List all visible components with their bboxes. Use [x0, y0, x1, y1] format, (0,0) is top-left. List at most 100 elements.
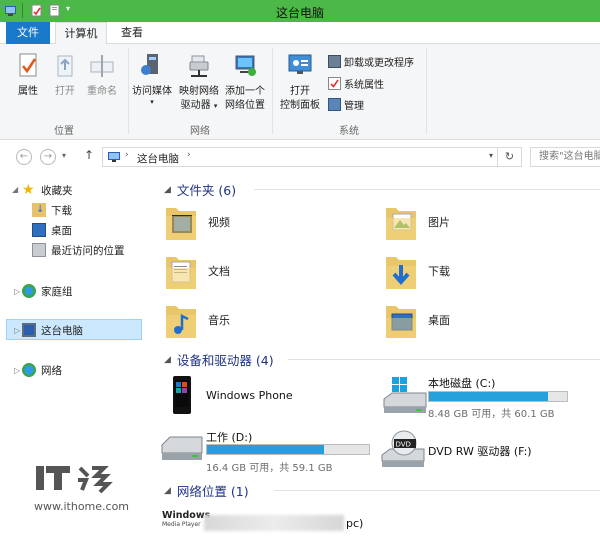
nav-favorites[interactable]: ★ 收藏夹: [22, 180, 73, 200]
nav-desktop[interactable]: 桌面: [32, 220, 72, 240]
this-pc-icon: [22, 323, 36, 337]
folder-videos[interactable]: 视频: [164, 202, 230, 242]
group-label-location: 位置: [54, 126, 74, 137]
nav-downloads-label: 下载: [51, 204, 72, 217]
desktop-icon: [32, 223, 46, 237]
tab-view[interactable]: 查看: [112, 22, 152, 44]
network-location-suffix: pc): [346, 517, 364, 530]
manage-button[interactable]: 管理: [328, 97, 364, 112]
folder-pictures[interactable]: 图片: [384, 202, 450, 242]
folder-desktop-label: 桌面: [428, 314, 450, 327]
blurred-location-name: [204, 515, 344, 531]
recent-locations-icon[interactable]: ▾: [62, 151, 66, 160]
properties-button[interactable]: 属性: [10, 52, 46, 99]
tab-computer[interactable]: 计算机: [55, 22, 107, 45]
network-icon: [22, 363, 36, 377]
refresh-button[interactable]: ↻: [498, 147, 522, 167]
drive-d-space: 16.4 GB 可用，共 59.1 GB: [206, 463, 333, 474]
downloads-icon: ↓: [32, 203, 46, 217]
section-network-title: 网络位置 (1): [176, 484, 249, 499]
hard-drive-icon: [161, 436, 203, 460]
group-label-system: 系统: [339, 126, 359, 137]
control-panel-icon: [288, 54, 312, 74]
add-network-location-button[interactable]: 添加一个 网络位置: [222, 52, 268, 113]
ithome-watermark-logo: www.ithome.com: [34, 466, 129, 513]
section-divider: [274, 490, 600, 491]
uninstall-label: 卸载或更改程序: [344, 58, 414, 69]
access-media-button[interactable]: 访问媒体 ▾: [130, 52, 174, 106]
system-properties-button[interactable]: 系统属性: [328, 76, 384, 91]
nav-network-label: 网络: [41, 364, 62, 377]
music-folder-icon: [166, 306, 196, 338]
nav-recent-places[interactable]: 最近访问的位置: [32, 240, 125, 260]
system-properties-icon: [328, 77, 341, 90]
homegroup-icon: [22, 284, 36, 298]
chevron-down-icon: ▾: [213, 102, 218, 110]
folder-downloads[interactable]: 下载: [384, 251, 450, 291]
folder-pictures-label: 图片: [428, 216, 450, 229]
section-folders[interactable]: ◢ 文件夹 (6): [164, 180, 600, 199]
collapse-caret-icon[interactable]: ▷: [14, 287, 20, 296]
drive-c-usage-fill: [429, 392, 548, 401]
pictures-folder-icon: [386, 208, 416, 240]
drive-f-name: DVD RW 驱动器 (F:): [428, 445, 532, 458]
nav-downloads[interactable]: ↓ 下载: [32, 200, 72, 220]
control-panel-label-line2: 控制面板: [280, 100, 320, 111]
content-pane: ◢ 文件夹 (6) 视频 图片 文档 下载 音乐 桌面 ◢ 设备和驱动器 (4)…: [146, 171, 600, 542]
rename-icon: [90, 55, 114, 77]
collapse-caret-icon[interactable]: ▷: [14, 326, 20, 335]
address-bar[interactable]: › 这台电脑 › ▾: [102, 147, 498, 167]
window-title: 这台电脑: [275, 6, 324, 20]
address-row: ← → ▾ ↑ › 这台电脑 › ▾ ↻ 搜索"这台电脑": [0, 141, 600, 171]
videos-folder-icon: [166, 208, 196, 240]
rename-label: 重命名: [87, 86, 117, 97]
title-bar: ▾ 这台电脑: [0, 0, 600, 22]
wmp-logo-line1: Windows: [162, 510, 211, 521]
breadcrumb-separator-icon[interactable]: ›: [125, 150, 129, 160]
phone-icon: [173, 376, 191, 414]
section-collapse-icon[interactable]: ◢: [164, 185, 171, 195]
map-network-drive-button[interactable]: 映射网络 驱动器 ▾: [176, 52, 222, 113]
search-input[interactable]: 搜索"这台电脑": [530, 147, 600, 167]
dvd-drive-icon: DVD: [381, 430, 425, 467]
properties-label: 属性: [18, 86, 38, 97]
up-button[interactable]: ↑: [84, 148, 94, 162]
rename-button[interactable]: 重命名: [82, 52, 122, 99]
section-collapse-icon[interactable]: ◢: [164, 486, 171, 496]
uninstall-programs-button[interactable]: 卸载或更改程序: [328, 54, 414, 69]
tab-file[interactable]: 文件: [6, 22, 50, 44]
breadcrumb-this-pc[interactable]: 这台电脑: [137, 151, 179, 166]
open-control-panel-button[interactable]: 打开 控制面板: [276, 52, 324, 113]
folder-music[interactable]: 音乐: [164, 300, 230, 340]
open-button[interactable]: 打开: [48, 52, 82, 99]
add-location-label-line1: 添加一个: [225, 86, 265, 97]
nav-network[interactable]: 网络: [22, 360, 62, 380]
documents-folder-icon: [166, 257, 196, 289]
media-server-icon: [141, 54, 158, 75]
uninstall-icon: [328, 55, 341, 68]
folder-documents[interactable]: 文档: [164, 251, 230, 291]
forward-button[interactable]: →: [40, 149, 56, 165]
ribbon: 属性 打开 重命名 位置 访问媒体 ▾ 映射网络 驱动器 ▾ 添加一个 网络位置…: [0, 44, 600, 140]
nav-this-pc[interactable]: 这台电脑: [22, 320, 83, 340]
star-icon: ★: [22, 182, 35, 198]
ribbon-tabs: 文件 计算机 查看: [0, 22, 600, 45]
section-devices[interactable]: ◢ 设备和驱动器 (4): [164, 350, 600, 369]
drive-d-usage-fill: [207, 445, 324, 454]
map-drive-label-line2: 驱动器 ▾: [176, 99, 222, 113]
drive-d-name: 工作 (D:): [206, 431, 253, 444]
collapse-caret-icon[interactable]: ▷: [14, 366, 20, 375]
breadcrumb-chevron-icon[interactable]: ›: [187, 150, 191, 160]
address-dropdown-icon[interactable]: ▾: [489, 151, 493, 160]
folder-desktop[interactable]: 桌面: [384, 300, 450, 340]
back-button[interactable]: ←: [16, 149, 32, 165]
section-network-locations[interactable]: ◢ 网络位置 (1): [164, 481, 600, 500]
drive-c-space: 8.48 GB 可用，共 60.1 GB: [428, 409, 555, 420]
expand-caret-icon[interactable]: ◢: [12, 185, 18, 194]
nav-homegroup[interactable]: 家庭组: [22, 281, 73, 301]
section-collapse-icon[interactable]: ◢: [164, 355, 171, 365]
phone-name: Windows Phone: [206, 389, 293, 402]
nav-homegroup-label: 家庭组: [41, 285, 73, 298]
section-folders-title: 文件夹 (6): [176, 183, 237, 198]
nav-this-pc-label: 这台电脑: [41, 324, 83, 337]
